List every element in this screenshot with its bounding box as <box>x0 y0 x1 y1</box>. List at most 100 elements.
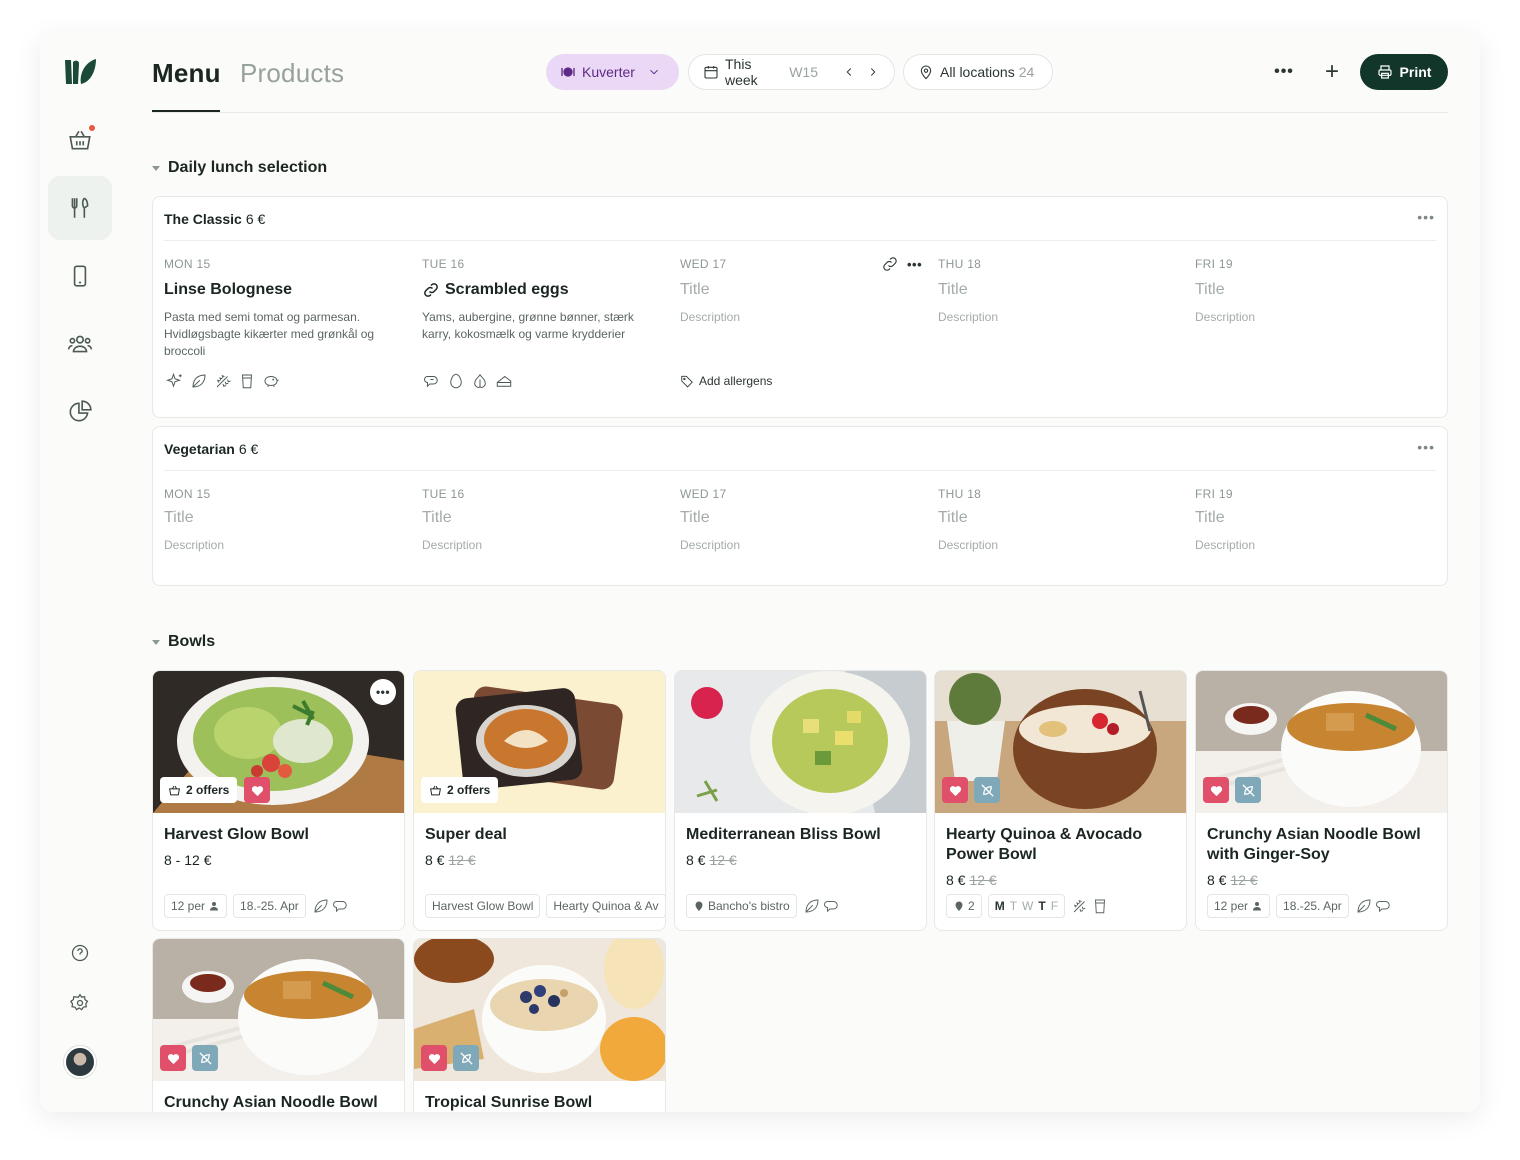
day-label: THU 18 <box>938 257 982 271</box>
day-cell-fri[interactable]: FRI 19 Title Description <box>1195 257 1435 326</box>
dish-description-placeholder[interactable]: Description <box>422 537 662 554</box>
linked-product-chip[interactable]: Harvest Glow Bowl <box>425 894 541 918</box>
product-card[interactable]: 2 offers Super deal 8 €12 € Harvest Glow… <box>413 670 666 931</box>
product-card[interactable]: Mediterranean Bliss Bowl 8 €12 € Bancho'… <box>674 670 927 931</box>
product-card[interactable]: Crunchy Asian Noodle Bowl with Ginger-So… <box>1195 670 1448 931</box>
sidebar-item-app[interactable] <box>48 244 112 308</box>
location-selector[interactable]: All locations 24 <box>903 54 1053 90</box>
dish-title-placeholder[interactable]: Title <box>1195 509 1435 527</box>
dish-title-placeholder[interactable]: Title <box>680 281 920 299</box>
day-label: TUE 16 <box>422 487 465 501</box>
dish-description[interactable]: Pasta med semi tomat og parmesan. Hvidlø… <box>164 309 404 360</box>
dish-description-placeholder[interactable]: Description <box>938 309 1178 326</box>
dish-description-placeholder[interactable]: Description <box>164 537 404 554</box>
location-count: 24 <box>1018 64 1035 80</box>
menu-card-header[interactable]: Vegetarian 6 € <box>164 441 258 457</box>
capacity-chip: 12 per <box>164 894 228 918</box>
day-cell-wed[interactable]: WED 17 Title Description <box>680 487 920 554</box>
old-price: 12 € <box>1230 872 1258 888</box>
date-chip: 18.-25. Apr <box>1276 894 1349 918</box>
menu-more-icon[interactable]: ••• <box>1417 439 1435 455</box>
price-value: 8 € <box>425 852 445 868</box>
day-more-icon[interactable]: ••• <box>907 257 922 272</box>
sidebar-item-settings[interactable] <box>48 971 112 1035</box>
sidebar-item-orders[interactable] <box>48 108 112 172</box>
tab-menu[interactable]: Menu <box>152 58 221 89</box>
menu-name: The Classic <box>164 211 242 227</box>
dish-title-placeholder[interactable]: Title <box>164 509 404 527</box>
heart-icon <box>428 1053 440 1064</box>
sidebar-item-menu[interactable] <box>48 176 112 240</box>
section-title: Bowls <box>168 633 216 650</box>
product-card[interactable]: Tropical Sunrise Bowl <box>413 938 666 1112</box>
sidebar-item-stats[interactable] <box>48 380 112 444</box>
allergen-icons[interactable] <box>423 372 513 390</box>
wheat-icon <box>1073 899 1086 913</box>
linked-product-chip[interactable]: Hearty Quinoa & Av <box>546 894 665 918</box>
offers-label: 2 offers <box>186 783 230 797</box>
week-selector[interactable]: This week W15 <box>688 54 895 90</box>
kuverter-dropdown[interactable]: Kuverter <box>546 54 679 90</box>
cup-icon <box>1095 899 1106 914</box>
dish-description-placeholder[interactable]: Description <box>680 309 920 326</box>
dish-title-placeholder[interactable]: Title <box>1195 281 1435 299</box>
cutlery-icon <box>71 197 89 218</box>
product-name: Crunchy Asian Noodle Bowl with Ginger-So… <box>1207 826 1421 863</box>
chip-label: Bancho's bistro <box>708 899 790 913</box>
dish-description-placeholder[interactable]: Description <box>1195 309 1435 326</box>
dish-title-placeholder[interactable]: Title <box>938 509 1178 527</box>
brand-logo[interactable] <box>63 56 97 88</box>
non-vegetarian-badge <box>974 777 1000 803</box>
dish-title-row[interactable]: Scrambled eggs <box>422 281 662 299</box>
product-card[interactable]: Crunchy Asian Noodle Bowl <box>152 938 405 1112</box>
more-options-icon[interactable]: ••• <box>1270 58 1298 86</box>
day-cell-thu[interactable]: THU 18 Title Description <box>938 487 1178 554</box>
plate-icon <box>561 67 575 77</box>
cup-icon <box>241 374 253 389</box>
dish-title[interactable]: Linse Bolognese <box>164 281 404 299</box>
product-card[interactable]: Hearty Quinoa & Avocado Power Bowl 8 €12… <box>934 670 1187 931</box>
day-actions: ••• <box>881 255 922 273</box>
menu-card-header[interactable]: The Classic 6 € <box>164 211 265 227</box>
print-label: Print <box>1399 64 1432 80</box>
day-cell-tue[interactable]: TUE 16 Scrambled eggs Yams, aubergine, g… <box>422 257 662 343</box>
chip-label: 12 per <box>1214 899 1249 913</box>
weekday-chip: MTWTF <box>987 894 1066 918</box>
product-name: Crunchy Asian Noodle Bowl <box>164 1094 378 1111</box>
sidebar-item-customers[interactable] <box>48 312 112 376</box>
dish-title-placeholder[interactable]: Title <box>680 509 920 527</box>
section-bowls[interactable]: Bowls <box>152 633 215 651</box>
product-tags: Bancho's bistro <box>686 894 841 918</box>
sparkle-icon <box>166 372 182 388</box>
heart-icon <box>1210 785 1222 796</box>
dish-title-placeholder[interactable]: Title <box>938 281 1178 299</box>
dish-description[interactable]: Yams, aubergine, grønne bønner, stærk ka… <box>422 309 662 343</box>
link-icon[interactable] <box>881 255 899 273</box>
chip-label: 18.-25. Apr <box>1283 899 1342 913</box>
dish-description-placeholder[interactable]: Description <box>938 537 1178 554</box>
chevron-left-icon[interactable] <box>842 65 856 79</box>
user-avatar[interactable] <box>64 1046 96 1078</box>
print-button[interactable]: Print <box>1360 54 1448 90</box>
card-more-icon[interactable]: ••• <box>370 679 396 705</box>
offers-badge: 2 offers <box>160 777 238 803</box>
day-cell-tue[interactable]: TUE 16 Title Description <box>422 487 662 554</box>
help-icon <box>71 944 89 962</box>
day-cell-mon[interactable]: MON 15 Title Description <box>164 487 404 554</box>
day-cell-fri[interactable]: FRI 19 Title Description <box>1195 487 1435 554</box>
day-cell-mon[interactable]: MON 15 Linse Bolognese Pasta med semi to… <box>164 257 404 360</box>
dish-title-placeholder[interactable]: Title <box>422 509 662 527</box>
add-icon[interactable]: + <box>1318 58 1346 86</box>
section-daily-lunch[interactable]: Daily lunch selection <box>152 159 327 177</box>
day-cell-thu[interactable]: THU 18 Title Description <box>938 257 1178 326</box>
dish-description-placeholder[interactable]: Description <box>680 537 920 554</box>
tab-products[interactable]: Products <box>240 58 344 89</box>
cheese-icon <box>496 375 512 387</box>
product-card[interactable]: ••• 2 offers Harvest Glow Bowl 8 - 12 € … <box>152 670 405 931</box>
add-allergens-button[interactable]: Add allergens <box>680 374 772 388</box>
allergen-icons[interactable] <box>166 372 280 390</box>
menu-more-icon[interactable]: ••• <box>1417 209 1435 225</box>
dish-description-placeholder[interactable]: Description <box>1195 537 1435 554</box>
divider <box>164 240 1436 241</box>
chevron-right-icon[interactable] <box>866 65 880 79</box>
